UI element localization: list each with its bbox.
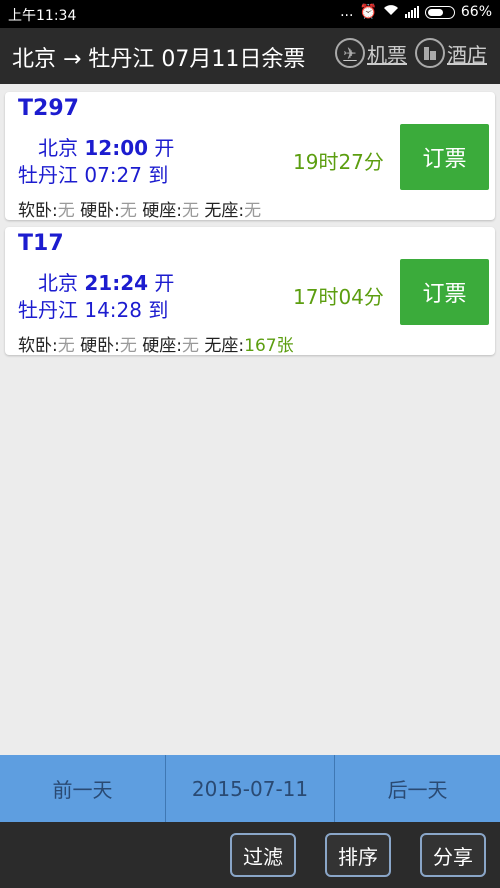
- seat-type: 硬卧: [80, 336, 115, 356]
- bottom-toolbar: 过滤 排序 分享: [0, 822, 500, 888]
- status-icons: ... ⏰ 66%: [340, 4, 492, 20]
- departure-line: 北京 21:24 开: [38, 267, 174, 296]
- departure-suffix: 开: [154, 136, 175, 160]
- book-button[interactable]: 订票: [400, 124, 489, 190]
- current-date[interactable]: 2015-07-11: [164, 755, 336, 822]
- seat-type: 软卧: [18, 201, 52, 221]
- seat-value: 无: [119, 336, 137, 356]
- departure-time: 12:00: [84, 136, 149, 160]
- arrival-station: 牡丹江: [18, 163, 78, 187]
- seat-type: 软卧: [18, 336, 52, 356]
- page-title: 北京 → 牡丹江 07月11日余票: [12, 47, 306, 72]
- alarm-icon: ⏰: [359, 4, 377, 20]
- train-number: T17: [18, 231, 64, 256]
- arrival-suffix: 到: [148, 163, 169, 187]
- seat-type: 硬座: [142, 336, 177, 356]
- seat-value: 无: [57, 336, 75, 356]
- seat-value: 无: [182, 201, 200, 221]
- flights-label: 机票: [367, 42, 407, 67]
- trip-duration: 19时27分: [293, 150, 384, 174]
- arrival-time: 07:27: [84, 163, 142, 187]
- status-time: 上午11:34: [8, 8, 77, 24]
- seat-availability: 软卧:无 硬卧:无 硬座:无 无座:无: [18, 201, 262, 221]
- book-button[interactable]: 订票: [400, 259, 489, 325]
- status-bar: 上午11:34 ... ⏰ 66%: [0, 0, 500, 28]
- wifi-icon: [383, 4, 399, 20]
- arrival-line: 牡丹江 14:28 到: [18, 294, 168, 323]
- app-header: 北京 → 牡丹江 07月11日余票 ✈ 机票 酒店: [0, 28, 500, 84]
- seat-availability: 软卧:无 硬卧:无 硬座:无 无座:167张: [18, 336, 294, 356]
- arrival-time: 14:28: [84, 298, 142, 322]
- hotel-icon: [415, 38, 445, 68]
- signal-icon: [404, 6, 419, 18]
- seat-value: 无: [244, 201, 262, 221]
- share-button[interactable]: 分享: [420, 833, 486, 877]
- arrival-station: 牡丹江: [18, 298, 78, 322]
- battery-percent: 66%: [460, 4, 492, 20]
- seat-type: 无座: [204, 336, 239, 356]
- notification-dots: ...: [340, 4, 354, 20]
- arrival-line: 牡丹江 07:27 到: [18, 159, 168, 188]
- sort-button[interactable]: 排序: [325, 833, 391, 877]
- hotels-button[interactable]: 酒店: [415, 38, 487, 68]
- hotels-label: 酒店: [447, 42, 487, 67]
- date-navigation: 前一天 2015-07-11 后一天: [0, 755, 500, 822]
- seat-value: 无: [182, 336, 200, 356]
- departure-station: 北京: [38, 136, 78, 160]
- flights-button[interactable]: ✈ 机票: [335, 38, 407, 68]
- seat-value: 无: [119, 201, 137, 221]
- seat-type: 无座: [204, 201, 239, 221]
- seat-type: 硬座: [142, 201, 177, 221]
- airplane-icon: ✈: [335, 38, 365, 68]
- departure-station: 北京: [38, 271, 78, 295]
- arrival-suffix: 到: [148, 298, 169, 322]
- departure-suffix: 开: [154, 271, 175, 295]
- trip-duration: 17时04分: [293, 285, 384, 309]
- departure-line: 北京 12:00 开: [38, 132, 174, 161]
- battery-icon: [424, 5, 455, 19]
- departure-time: 21:24: [84, 271, 149, 295]
- next-day-button[interactable]: 后一天: [335, 755, 500, 822]
- train-card[interactable]: T17 北京 21:24 开 牡丹江 14:28 到 17时04分 订票 软卧:…: [5, 227, 495, 356]
- seat-value: 无: [57, 201, 75, 221]
- seat-value: 167张: [244, 336, 294, 356]
- filter-button[interactable]: 过滤: [230, 833, 296, 877]
- train-card[interactable]: T297 北京 12:00 开 牡丹江 07:27 到 19时27分 订票 软卧…: [5, 92, 495, 221]
- train-number: T297: [18, 96, 79, 121]
- previous-day-button[interactable]: 前一天: [0, 755, 165, 822]
- seat-type: 硬卧: [80, 201, 115, 221]
